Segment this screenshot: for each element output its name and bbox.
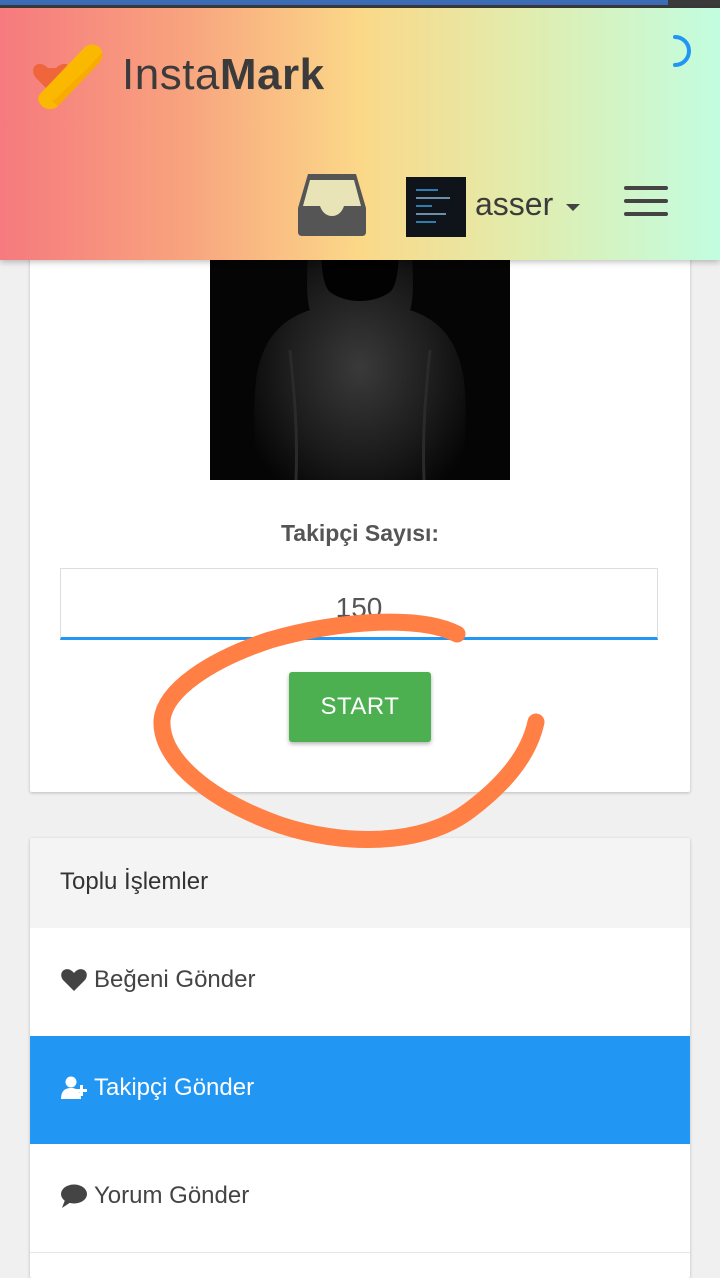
follower-count-label: Takipçi Sayısı: [280,520,440,546]
hamburger-menu-icon[interactable] [624,186,668,218]
follower-card: Takipçi Sayısı: START [30,230,690,792]
bulk-operations-header: Toplu İşlemler [30,838,690,929]
page-load-progress [0,0,668,5]
status-strip [0,0,720,8]
spinner-icon [673,35,691,67]
profile-photo [210,230,510,480]
bulk-operations-card: Toplu İşlemler Beğeni Gönder Takipçi Gön… [30,838,690,1278]
brand-name-bold: Mark [219,50,325,99]
brand-name-regular: Insta [122,50,220,99]
list-item-like[interactable]: Beğeni Gönder [30,928,690,1037]
inbox-icon[interactable] [296,172,368,238]
list-item-label: Takipçi Gönder [94,1074,255,1101]
logo-icon[interactable] [28,42,108,112]
list-item-follower[interactable]: Takipçi Gönder [30,1036,690,1145]
app-header: InstaMark asser [0,8,720,260]
follower-count-input[interactable] [60,568,658,640]
brand-name[interactable]: InstaMark [122,50,325,100]
list-item-comment[interactable]: Yorum Gönder [30,1144,690,1253]
list-item-label: Beğeni Gönder [94,966,256,993]
caret-down-icon[interactable] [566,204,580,211]
start-button[interactable]: START [289,672,431,742]
list-item-label: Yorum Gönder [94,1182,250,1209]
bulk-operations-title: Toplu İşlemler [60,868,209,895]
username[interactable]: asser [475,186,553,223]
comment-icon [61,1184,87,1208]
user-plus-icon [61,1076,87,1099]
avatar[interactable] [406,177,466,237]
heart-icon [61,969,87,991]
